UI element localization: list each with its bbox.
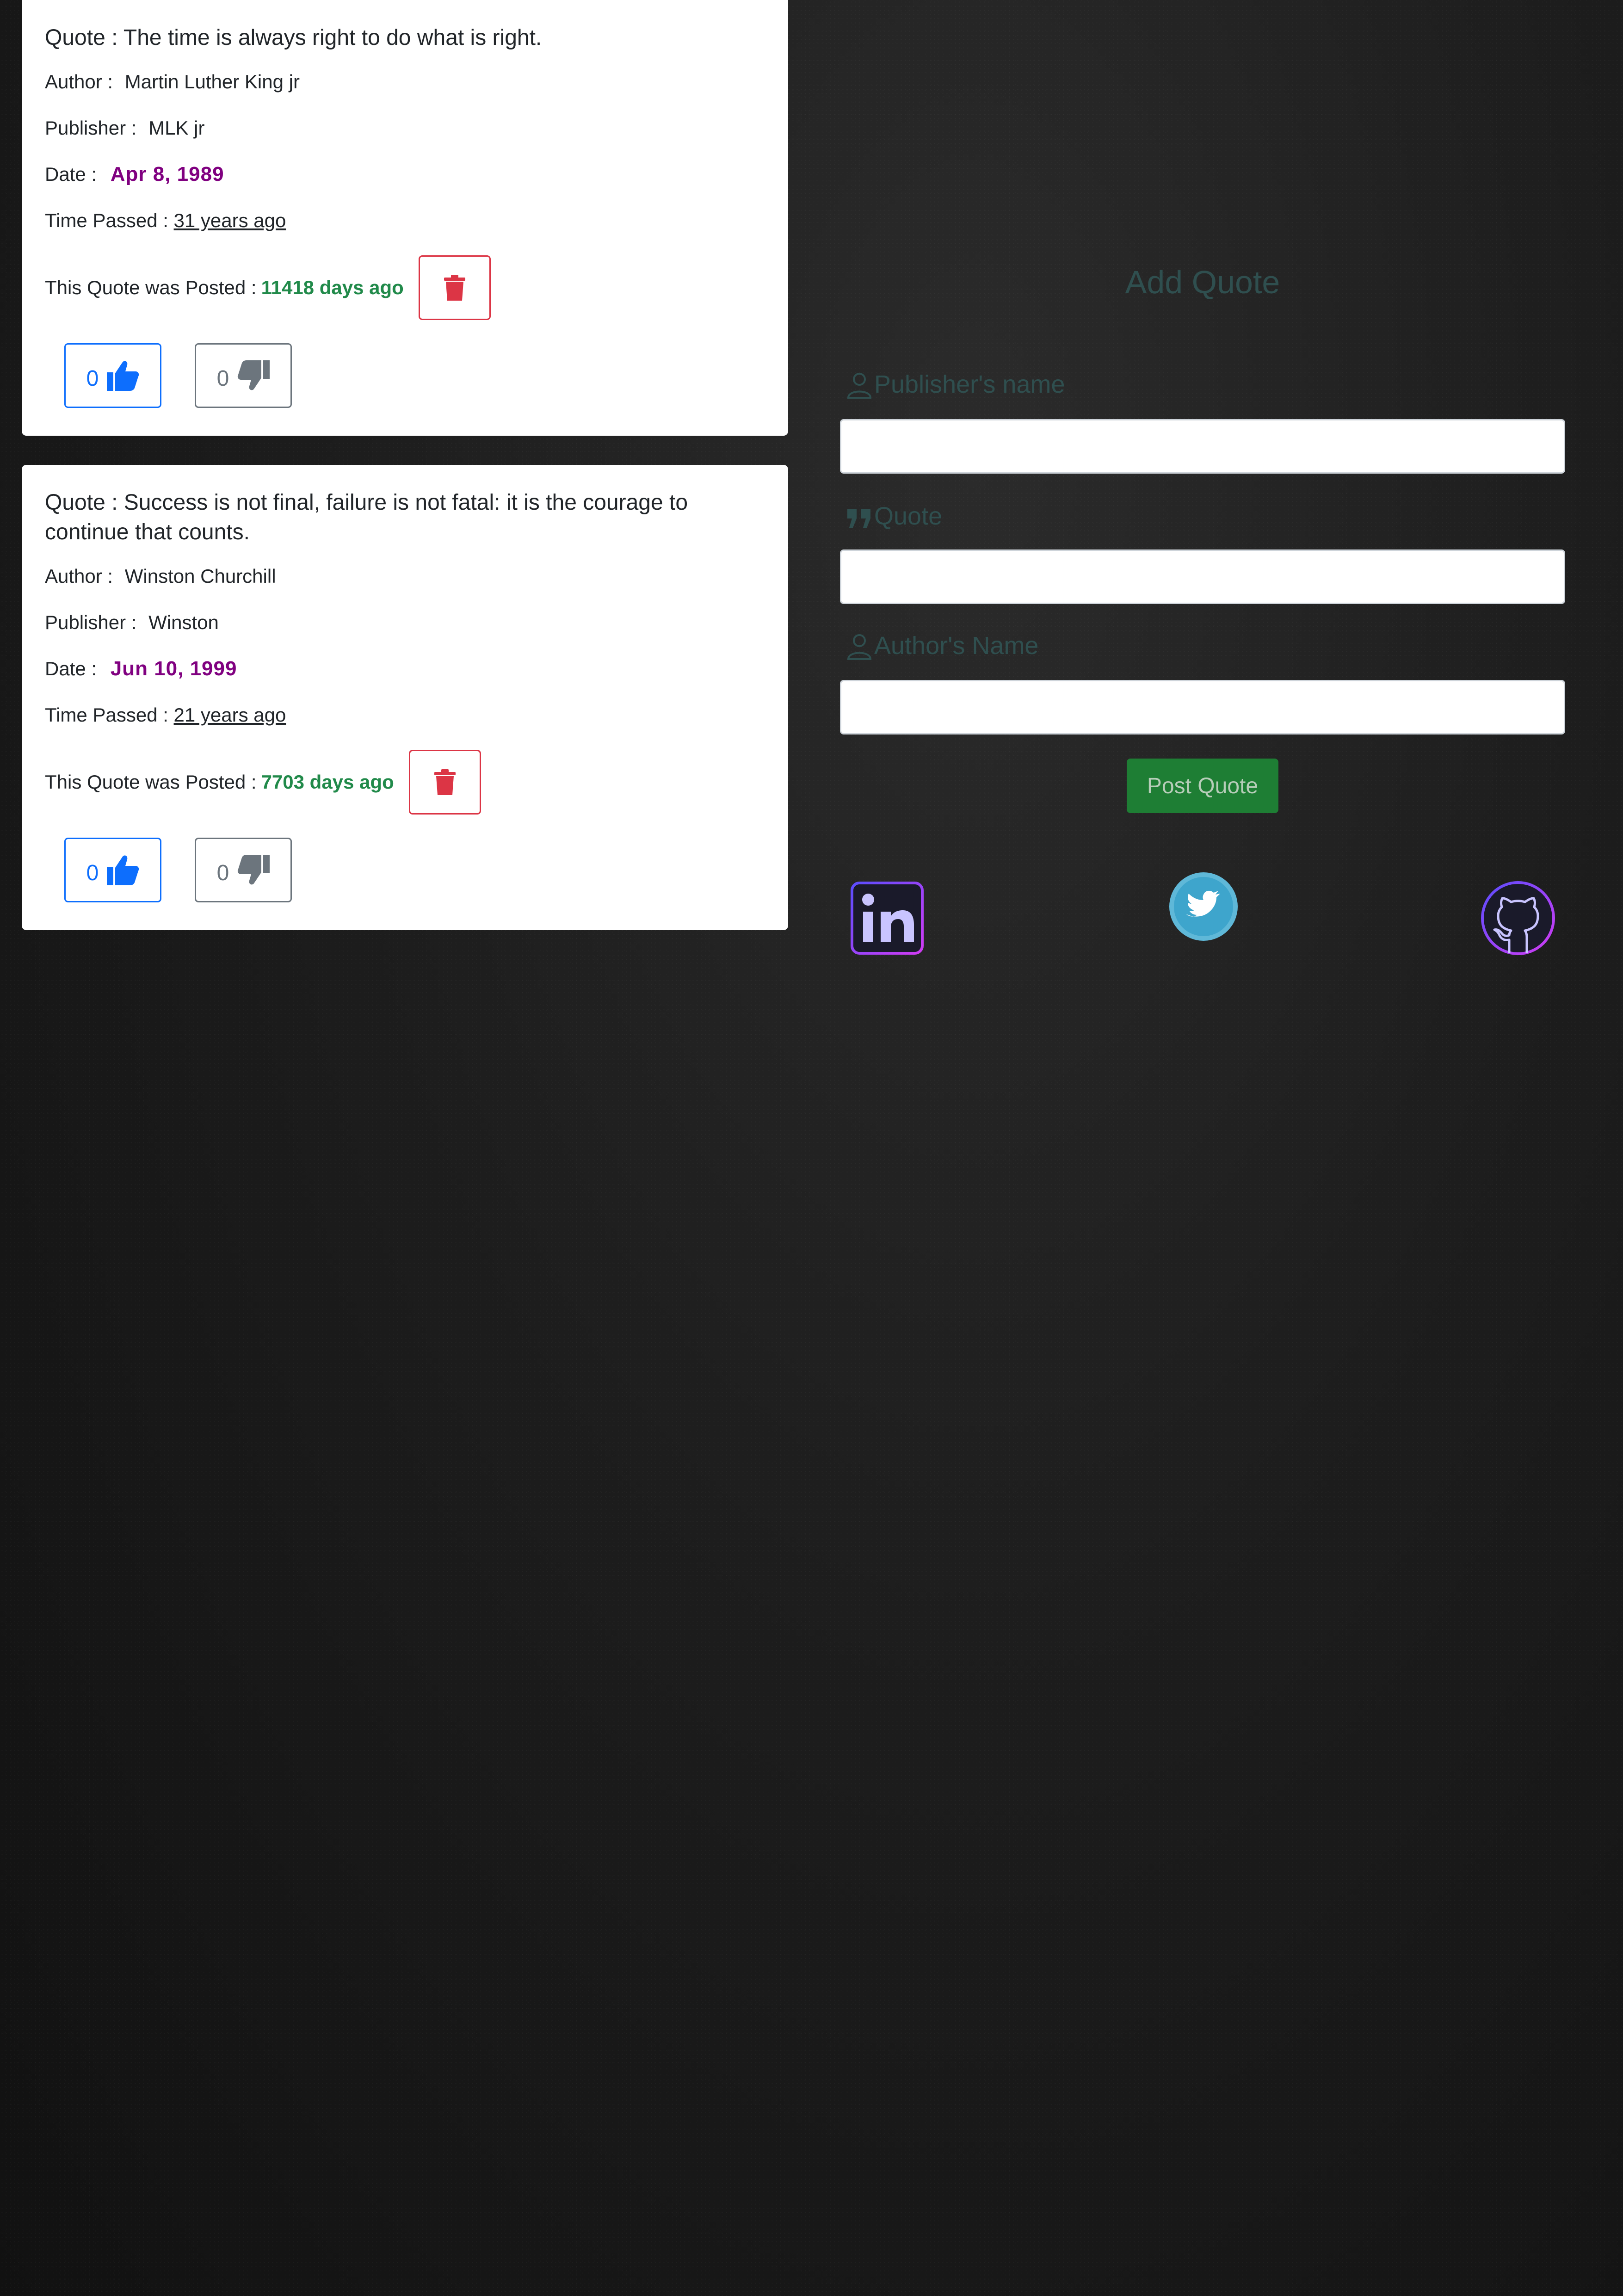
linkedin-icon [851,882,924,955]
publisher-field: Publisher : MLK jr [45,117,765,140]
delete-button[interactable] [418,255,491,320]
thumbs-down-icon [238,360,270,390]
date-field: Date : Jun 10, 1999 [45,657,765,680]
thumbs-up-icon [107,361,139,391]
trash-icon [444,275,465,301]
publisher-label: Publisher : [45,611,142,633]
twitter-icon [1169,872,1238,941]
posted-value: 7703 days ago [261,771,394,793]
user-icon [847,634,872,660]
posted-label: This Quote was Posted : [45,277,257,298]
linkedin-link[interactable] [850,881,924,957]
quote-text: Quote : Success is not final, failure is… [45,488,765,547]
dislike-count: 0 [216,860,229,885]
quote-value: Success is not final, failure is not fat… [45,490,688,544]
quote-field-label-text: Quote [874,502,943,530]
publisher-label: Publisher : [45,117,142,139]
publisher-field: Publisher : Winston [45,611,765,634]
posted-value: 11418 days ago [261,277,404,298]
publisher-name-label: Publisher's name [846,370,1065,399]
author-value: Winston Churchill [124,565,276,587]
form-title: Add Quote [1125,264,1280,300]
quote-field-label: Quote [846,502,942,531]
user-icon [847,373,872,399]
quote-list: Quote : The time is always right to do w… [22,0,788,959]
post-quote-button[interactable]: Post Quote [1127,759,1278,813]
like-count: 0 [86,860,99,885]
date-label: Date : [45,658,102,679]
github-icon [1481,881,1555,955]
author-value: Martin Luther King jr [124,71,300,93]
publisher-value: Winston [148,611,219,633]
time-passed-label: Time Passed : [45,210,174,231]
dislike-count: 0 [216,366,229,391]
time-passed-field: Time Passed : 31 years ago [45,209,765,232]
like-button[interactable]: 0 [64,838,161,902]
author-name-input[interactable] [840,680,1565,734]
time-passed-value: 31 years ago [173,210,286,231]
like-count: 0 [86,366,99,391]
posted-row: This Quote was Posted : 11418 days ago [45,255,765,320]
publisher-name-input[interactable] [840,419,1565,474]
quote-label: Quote : [45,25,123,50]
quote-text: Quote : The time is always right to do w… [45,23,765,53]
github-link[interactable] [1481,881,1555,958]
quote-label: Quote : [45,490,124,515]
dislike-button[interactable]: 0 [195,838,292,902]
time-passed-label: Time Passed : [45,704,174,726]
date-label: Date : [45,163,102,185]
trash-icon [434,769,456,795]
date-value: Jun 10, 1999 [110,657,237,680]
delete-button[interactable] [408,750,481,815]
quote-icon [847,509,870,528]
thumbs-up-icon [107,855,139,885]
quote-input[interactable] [840,549,1565,604]
author-name-label: Author's Name [846,631,1038,660]
time-passed-value: 21 years ago [173,704,286,726]
author-label: Author : [45,71,118,93]
publisher-name-label-text: Publisher's name [874,370,1065,398]
date-value: Apr 8, 1989 [110,163,224,185]
quote-value: The time is always right to do what is r… [123,25,542,50]
posted-label: This Quote was Posted : [45,771,257,793]
author-name-label-text: Author's Name [874,632,1039,660]
time-passed-field: Time Passed : 21 years ago [45,704,765,727]
date-field: Date : Apr 8, 1989 [45,163,765,186]
posted-row: This Quote was Posted : 7703 days ago [45,750,765,815]
vote-row: 0 0 [64,343,765,408]
vote-row: 0 0 [64,838,765,902]
quote-card: Quote : The time is always right to do w… [22,0,788,436]
dislike-button[interactable]: 0 [195,343,292,408]
publisher-value: MLK jr [148,117,205,139]
like-button[interactable]: 0 [64,343,161,408]
twitter-link[interactable] [1168,871,1239,944]
quote-card: Quote : Success is not final, failure is… [22,465,788,930]
author-label: Author : [45,565,118,587]
author-field: Author : Martin Luther King jr [45,70,765,93]
thumbs-down-icon [238,855,270,885]
author-field: Author : Winston Churchill [45,565,765,588]
